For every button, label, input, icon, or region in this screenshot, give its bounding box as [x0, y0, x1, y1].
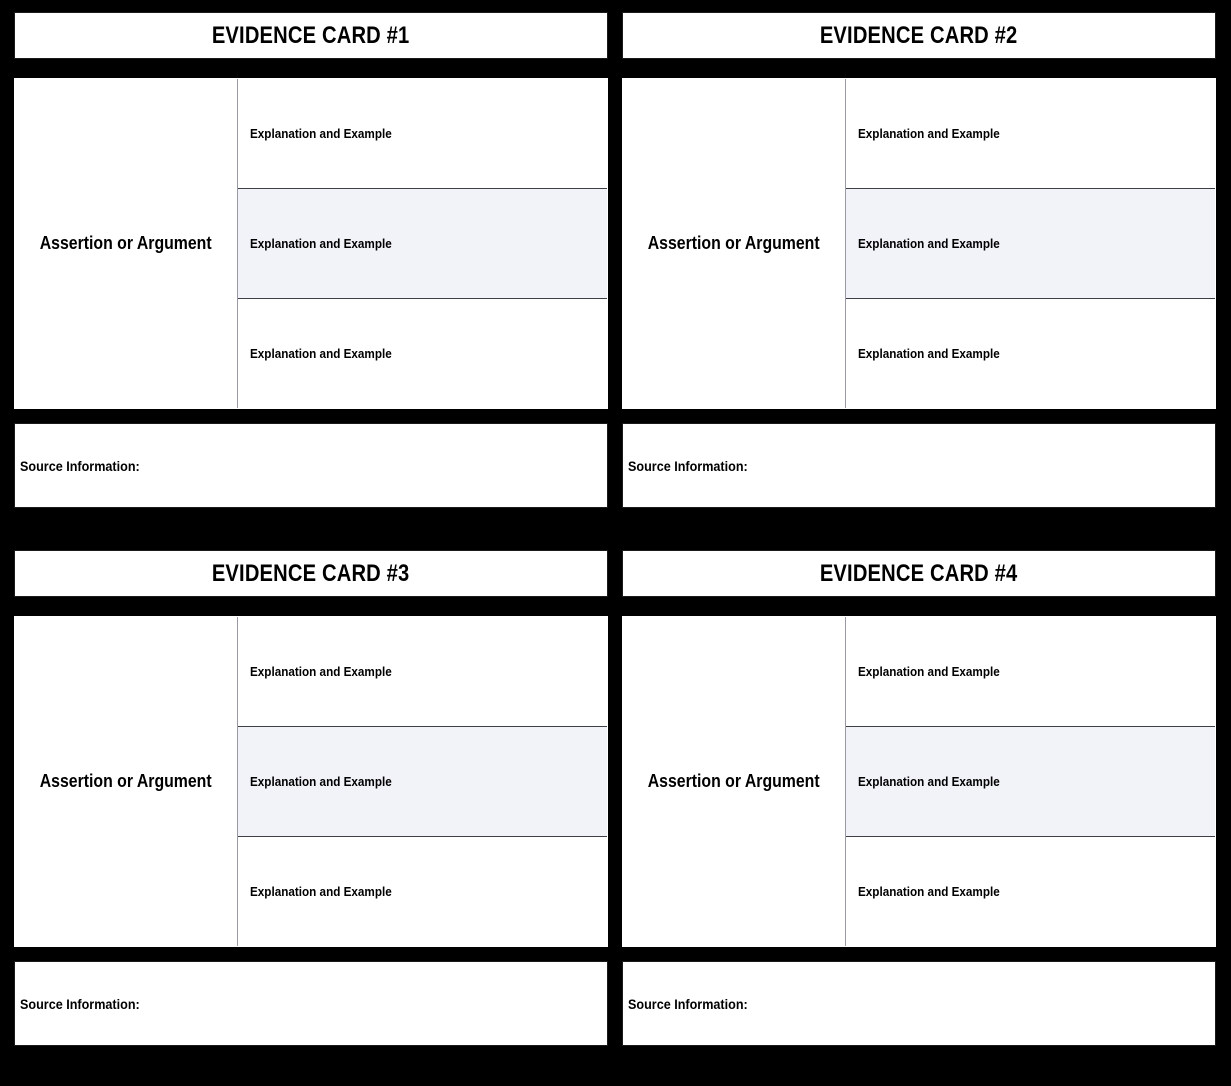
card-2-source-cell[interactable]: Source Information: [622, 423, 1216, 508]
card-2-title: EVIDENCE CARD #2 [820, 21, 1018, 49]
card-3-header: EVIDENCE CARD #3 [14, 550, 608, 597]
card-4-assertion-cell[interactable]: Assertion or Argument [623, 617, 846, 946]
card-2-assertion-label: Assertion or Argument [648, 233, 820, 253]
card-1-title: EVIDENCE CARD #1 [212, 21, 410, 49]
card-2-explanation-label-3: Explanation and Example [858, 346, 1000, 361]
evidence-card-4: EVIDENCE CARD #4 Assertion or Argument E… [622, 550, 1216, 1046]
card-4-title: EVIDENCE CARD #4 [820, 559, 1018, 587]
card-4-explanation-list: Explanation and Example Explanation and … [846, 617, 1215, 946]
card-4-explanation-label-1: Explanation and Example [858, 664, 1000, 679]
card-2-explanation-label-2: Explanation and Example [858, 236, 1000, 251]
card-1-body: Assertion or Argument Explanation and Ex… [14, 78, 608, 409]
card-3-explanation-cell-2[interactable]: Explanation and Example [238, 727, 607, 837]
card-3-source-cell[interactable]: Source Information: [14, 961, 608, 1046]
card-4-source-cell[interactable]: Source Information: [622, 961, 1216, 1046]
card-3-body: Assertion or Argument Explanation and Ex… [14, 616, 608, 947]
card-4-header: EVIDENCE CARD #4 [622, 550, 1216, 597]
card-2-assertion-cell[interactable]: Assertion or Argument [623, 79, 846, 408]
card-2-explanation-cell-1[interactable]: Explanation and Example [846, 79, 1215, 189]
card-1-header: EVIDENCE CARD #1 [14, 12, 608, 59]
card-4-explanation-cell-1[interactable]: Explanation and Example [846, 617, 1215, 727]
card-2-source-label: Source Information: [628, 457, 748, 474]
card-4-body: Assertion or Argument Explanation and Ex… [622, 616, 1216, 947]
card-4-explanation-label-2: Explanation and Example [858, 774, 1000, 789]
card-1-source-label: Source Information: [20, 457, 140, 474]
card-3-explanation-label-3: Explanation and Example [250, 884, 392, 899]
evidence-card-1: EVIDENCE CARD #1 Assertion or Argument E… [14, 12, 608, 508]
card-3-explanation-cell-3[interactable]: Explanation and Example [238, 837, 607, 946]
card-1-explanation-cell-1[interactable]: Explanation and Example [238, 79, 607, 189]
card-1-assertion-cell[interactable]: Assertion or Argument [15, 79, 238, 408]
card-1-explanation-label-1: Explanation and Example [250, 126, 392, 141]
card-2-explanation-cell-2[interactable]: Explanation and Example [846, 189, 1215, 299]
card-1-assertion-label: Assertion or Argument [40, 233, 212, 253]
card-4-explanation-cell-2[interactable]: Explanation and Example [846, 727, 1215, 837]
card-4-explanation-cell-3[interactable]: Explanation and Example [846, 837, 1215, 946]
card-3-source-label: Source Information: [20, 995, 140, 1012]
evidence-card-worksheet: EVIDENCE CARD #1 Assertion or Argument E… [0, 0, 1231, 1086]
card-1-explanation-list: Explanation and Example Explanation and … [238, 79, 607, 408]
card-4-source-label: Source Information: [628, 995, 748, 1012]
card-1-explanation-cell-2[interactable]: Explanation and Example [238, 189, 607, 299]
card-2-explanation-cell-3[interactable]: Explanation and Example [846, 299, 1215, 408]
card-3-explanation-label-2: Explanation and Example [250, 774, 392, 789]
evidence-card-2: EVIDENCE CARD #2 Assertion or Argument E… [622, 12, 1216, 508]
card-2-explanation-list: Explanation and Example Explanation and … [846, 79, 1215, 408]
card-3-assertion-cell[interactable]: Assertion or Argument [15, 617, 238, 946]
card-3-title: EVIDENCE CARD #3 [212, 559, 410, 587]
evidence-card-3: EVIDENCE CARD #3 Assertion or Argument E… [14, 550, 608, 1046]
card-3-explanation-cell-1[interactable]: Explanation and Example [238, 617, 607, 727]
card-2-header: EVIDENCE CARD #2 [622, 12, 1216, 59]
card-4-assertion-label: Assertion or Argument [648, 771, 820, 791]
card-1-explanation-label-3: Explanation and Example [250, 346, 392, 361]
card-2-explanation-label-1: Explanation and Example [858, 126, 1000, 141]
card-4-explanation-label-3: Explanation and Example [858, 884, 1000, 899]
card-1-source-cell[interactable]: Source Information: [14, 423, 608, 508]
card-3-assertion-label: Assertion or Argument [40, 771, 212, 791]
card-2-body: Assertion or Argument Explanation and Ex… [622, 78, 1216, 409]
card-1-explanation-cell-3[interactable]: Explanation and Example [238, 299, 607, 408]
card-3-explanation-list: Explanation and Example Explanation and … [238, 617, 607, 946]
card-3-explanation-label-1: Explanation and Example [250, 664, 392, 679]
card-1-explanation-label-2: Explanation and Example [250, 236, 392, 251]
